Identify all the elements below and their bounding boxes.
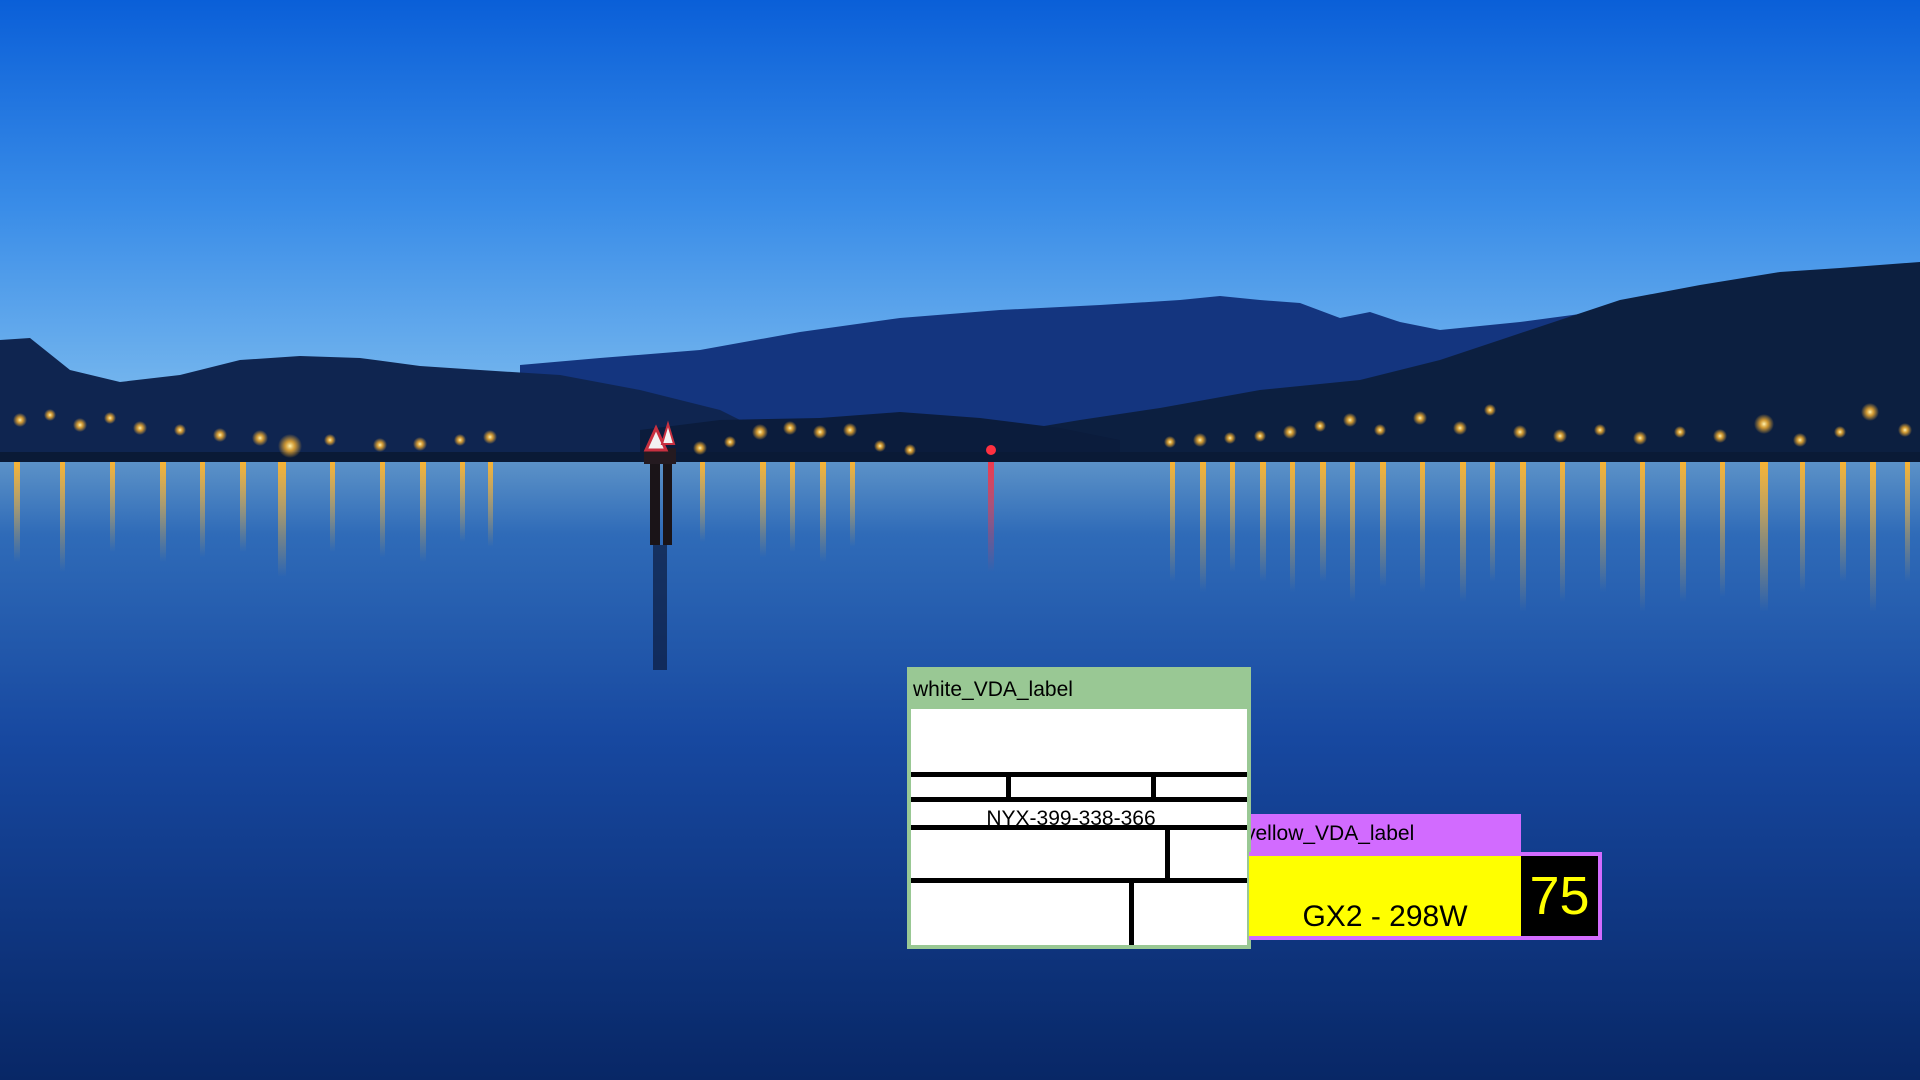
label-rule [911, 797, 1247, 802]
yellow-vda-label-tag-text: yellow_VDA_label [1251, 822, 1415, 845]
red-light-reflection [988, 462, 994, 572]
yellow-vda-label-part: GX2 - 298W [1302, 900, 1468, 933]
label-divider [1006, 772, 1011, 799]
label-rule [911, 825, 1247, 830]
label-divider [1165, 825, 1170, 880]
label-rule [911, 772, 1247, 777]
red-buoy-light [986, 445, 996, 455]
label-divider [1151, 772, 1156, 799]
yellow-vda-label-number: 75 [1521, 856, 1598, 936]
label-divider [1129, 878, 1134, 945]
yellow-vda-label-tag: yellow_VDA_label [1251, 814, 1521, 852]
white-vda-label-card: NYX-399-338-366 [911, 709, 1247, 945]
white-vda-label-tag: white_VDA_label [911, 671, 1249, 709]
yellow-vda-label-box: GX2 - 298W 75 [1249, 852, 1602, 940]
label-rule [911, 878, 1247, 883]
white-vda-label-annotation: white_VDA_label NYX-399-338-366 [907, 667, 1251, 949]
